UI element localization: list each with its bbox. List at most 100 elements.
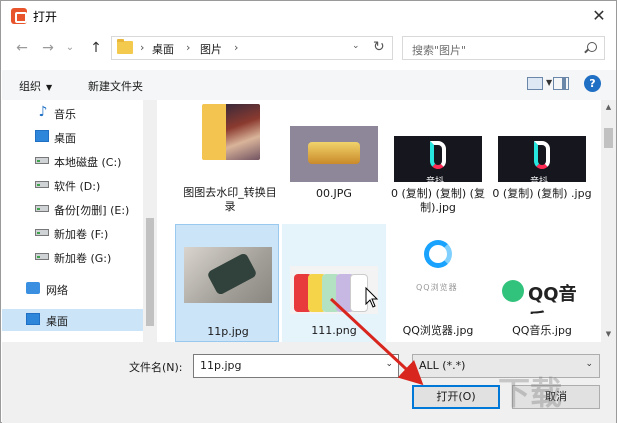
desktop-icon [35, 130, 49, 142]
game-logo-image [308, 142, 360, 164]
file-item-hover[interactable]: 111.png [282, 224, 386, 342]
forward-button[interactable]: → [39, 39, 57, 57]
qqbrowser-logo-icon [424, 240, 452, 268]
filename-label: 文件名(N): [129, 361, 183, 374]
breadcrumb-desktop[interactable]: 桌面 [152, 41, 174, 57]
sidebar-item-desktop[interactable]: 桌面 [2, 126, 144, 148]
tiktok-logo-icon [430, 141, 446, 169]
sidebar-item-label: 音乐 [54, 108, 76, 121]
new-folder-button[interactable]: 新建文件夹 [88, 78, 143, 94]
sidebar-item-drive-d[interactable]: 软件 (D:) [2, 174, 144, 196]
file-name: 111.png [311, 324, 357, 337]
file-list-scrollbar[interactable]: ▲ ▼ [601, 100, 616, 342]
image-thumbnail [184, 247, 272, 303]
drive-icon [35, 229, 49, 236]
thumbnail-text: QQ浏览器 [416, 283, 458, 292]
file-item-folder[interactable]: 图图去水印_转换目录 [178, 100, 282, 218]
sidebar-item-label: 桌面 [46, 315, 68, 328]
breadcrumb-pictures[interactable]: 图片 [200, 41, 222, 57]
breadcrumb-separator: › [186, 41, 191, 54]
file-item[interactable]: 00.JPG [282, 100, 386, 218]
back-button[interactable]: ← [13, 39, 31, 57]
file-name: QQ浏览器.jpg [402, 324, 474, 337]
open-button[interactable]: 打开(O) [412, 385, 500, 409]
sidebar-item-drive-g[interactable]: 新加卷 (G:) [2, 246, 144, 268]
thumbnail-text: QQ音乐 [528, 284, 577, 314]
sidebar-item-drive-f[interactable]: 新加卷 (F:) [2, 222, 144, 244]
file-name: QQ音乐.jpg [512, 324, 572, 337]
dropdown-arrow-icon: ▼ [46, 83, 53, 92]
sidebar-scrollbar[interactable] [143, 100, 157, 342]
sidebar-item-label: 备份[勿删] (E:) [54, 204, 130, 217]
scroll-up-icon[interactable]: ▲ [601, 103, 616, 111]
phone-image [206, 252, 258, 296]
organize-label: 组织 [19, 80, 41, 93]
title-bar: 打开 ✕ [1, 1, 616, 31]
close-button[interactable]: ✕ [582, 1, 616, 31]
refresh-icon[interactable]: ↻ [373, 39, 385, 55]
open-file-dialog: 打开 ✕ ← → ⌄ ↑ › 桌面 › 图片 › ⌄ ↻ 搜索"图片" 组织 ▼ … [0, 0, 617, 423]
view-dropdown-arrow-icon[interactable]: ▼ [546, 78, 552, 87]
sidebar-item-network[interactable]: 网络 [2, 278, 144, 300]
thumbnail-text: 音抖 [426, 177, 445, 182]
file-item[interactable]: 音抖 0 (复制) (复制) .jpg [490, 100, 594, 218]
view-options-icon[interactable] [527, 77, 543, 90]
breadcrumb-separator: › [140, 41, 145, 54]
file-item[interactable]: 音抖 0 (复制) (复制) (复制).jpg [386, 100, 490, 218]
address-dropdown-icon[interactable]: ⌄ [352, 41, 360, 51]
help-icon[interactable]: ? [584, 75, 601, 92]
file-name: 11p.jpg [207, 325, 249, 338]
up-button[interactable]: ↑ [87, 39, 105, 57]
tiktok-logo-icon [534, 141, 550, 169]
sidebar-item-music[interactable]: ♪ 音乐 [2, 102, 144, 124]
folder-icon [117, 39, 133, 54]
sidebar-item-label: 桌面 [54, 132, 76, 145]
sidebar-item-drive-e[interactable]: 备份[勿删] (E:) [2, 198, 144, 220]
dialog-title: 打开 [33, 10, 58, 24]
file-list: 图图去水印_转换目录 00.JPG 音抖 0 (复制) (复制) (复制).jp… [158, 100, 601, 342]
command-bar: 组织 ▼ 新建文件夹 [2, 70, 616, 100]
image-thumbnail [290, 266, 378, 314]
preview-pane-icon[interactable] [553, 77, 569, 90]
file-item-selected[interactable]: 11p.jpg [175, 224, 279, 342]
sidebar-scroll-thumb[interactable] [146, 218, 154, 326]
organize-button[interactable]: 组织 ▼ [19, 78, 52, 94]
image-thumbnail: QQ浏览器 [394, 230, 482, 308]
file-name: 0 (复制) (复制) .jpg [492, 187, 592, 200]
file-name: 0 (复制) (复制) (复制).jpg [391, 187, 485, 214]
file-list-scroll-thumb[interactable] [604, 128, 613, 148]
sidebar-item-drive-c[interactable]: 本地磁盘 (C:) [2, 150, 144, 172]
image-thumbnail: QQ音乐 [498, 264, 586, 314]
recent-locations-dropdown[interactable]: ⌄ [61, 39, 79, 57]
chevron-down-icon: ⌄ [585, 359, 593, 369]
search-input[interactable]: 搜索"图片" [402, 36, 605, 60]
folder-icon [202, 104, 260, 160]
sidebar-item-label: 新加卷 (F:) [54, 228, 109, 241]
navigation-pane: ♪ 音乐 桌面 本地磁盘 (C:) 软件 (D:) 备份[勿删] (E:) 新加… [2, 100, 157, 342]
image-thumbnail: 音抖 [394, 136, 482, 182]
sidebar-item-label: 本地磁盘 (C:) [54, 156, 122, 169]
scroll-down-icon[interactable]: ▼ [601, 330, 616, 338]
sidebar-item-desktop-root[interactable]: 桌面 [2, 309, 144, 331]
image-thumbnail: 音抖 [498, 136, 586, 182]
filetype-value: ALL (*.*) [419, 359, 466, 372]
filename-input[interactable]: 11p.jpg ⌄ [193, 354, 399, 378]
music-icon: ♪ [38, 104, 48, 120]
file-name: 00.JPG [316, 187, 352, 200]
file-item[interactable]: QQ浏览器 QQ浏览器.jpg [386, 224, 490, 342]
sidebar-item-label: 网络 [46, 284, 68, 297]
phone-image [350, 274, 368, 312]
chevron-down-icon[interactable]: ⌄ [385, 359, 393, 369]
drive-icon [35, 157, 49, 164]
watermark-logo: 下载 [498, 374, 563, 412]
sidebar-item-label: 软件 (D:) [54, 180, 101, 193]
search-icon [587, 42, 597, 52]
image-thumbnail [290, 126, 378, 182]
drive-icon [35, 253, 49, 260]
address-bar[interactable]: › 桌面 › 图片 › ⌄ ↻ [111, 36, 393, 60]
file-item[interactable]: QQ音乐 QQ音乐.jpg [490, 224, 594, 342]
search-placeholder: 搜索"图片" [412, 44, 467, 57]
filename-value: 11p.jpg [200, 359, 242, 372]
qqmusic-logo-icon [502, 280, 524, 302]
drive-icon [35, 205, 49, 212]
